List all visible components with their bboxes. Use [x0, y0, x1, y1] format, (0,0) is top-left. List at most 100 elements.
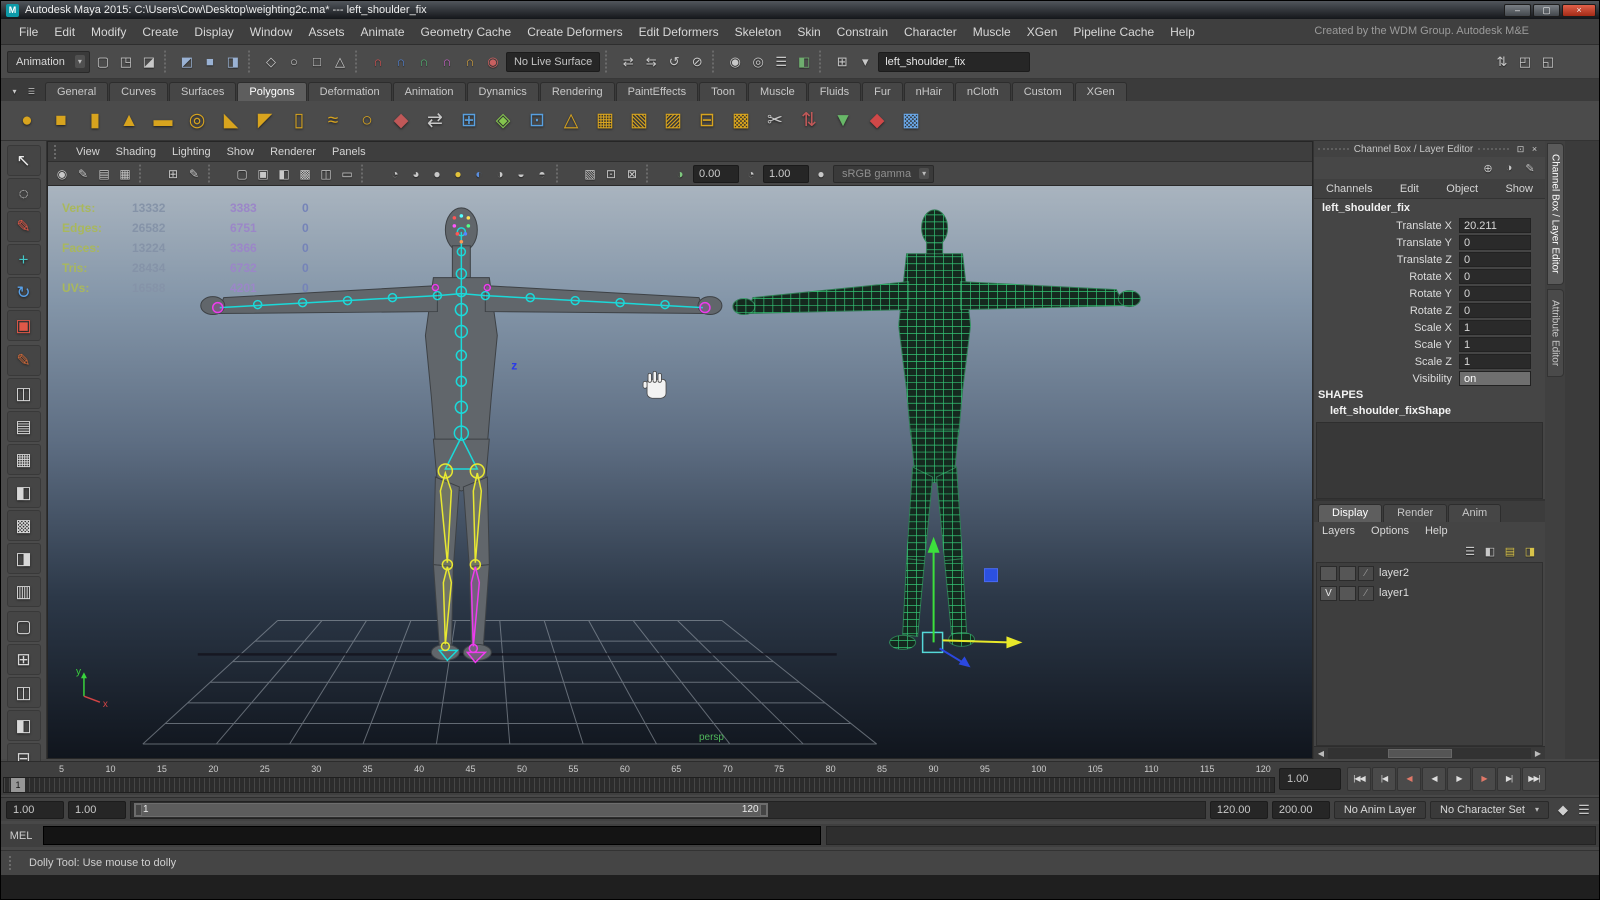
textured-icon[interactable]: ●: [427, 164, 447, 184]
step-forward-key-button[interactable]: ▶: [1472, 766, 1496, 791]
snap-to-view-plane-icon[interactable]: ∩: [459, 51, 481, 73]
output-connections-icon[interactable]: ⇆: [640, 51, 662, 73]
shelf-triangulate[interactable]: △: [555, 105, 587, 137]
toggle-modeling-toolkit-icon[interactable]: ◰: [1514, 51, 1536, 73]
shelf-quadrangulate[interactable]: ▦: [589, 105, 621, 137]
make-live-icon[interactable]: ◉: [482, 51, 504, 73]
colorspace-dropdown[interactable]: sRGB gamma ▾: [833, 164, 935, 183]
minimize-button[interactable]: –: [1504, 3, 1531, 17]
shelf-insert-edge-loop[interactable]: ⇅: [793, 105, 825, 137]
animation-start-field[interactable]: 1.00: [6, 800, 64, 819]
shelf-tab[interactable]: Toon: [699, 82, 747, 101]
render-current-frame-icon[interactable]: ◉: [724, 51, 746, 73]
shelf-tab[interactable]: Deformation: [307, 82, 392, 101]
Scale X[interactable]: Scale X 1: [1314, 319, 1545, 336]
shelf-split-tool[interactable]: ✂: [759, 105, 791, 137]
exposure-field[interactable]: 0.00: [693, 164, 739, 183]
menu-set-selector[interactable]: Animation ▾: [7, 50, 90, 73]
layer-color-swatch[interactable]: ∕: [1358, 585, 1374, 601]
shadows-icon[interactable]: ◐: [469, 164, 489, 184]
Visibility[interactable]: Visibility on: [1314, 370, 1545, 387]
shelf-poly-pipe[interactable]: ▯: [283, 105, 315, 137]
maximize-button[interactable]: ▢: [1533, 3, 1560, 17]
layer-mode-toggle[interactable]: [1339, 585, 1356, 601]
shelf-tab[interactable]: Curves: [109, 82, 168, 101]
shelf-tab[interactable]: Fur: [862, 82, 903, 101]
Translate Z[interactable]: Translate Z 0: [1314, 251, 1545, 268]
save-scene-icon[interactable]: ◪: [138, 51, 160, 73]
layout-two-pane-side[interactable]: ◫: [6, 677, 41, 708]
shelf-interactive-cube[interactable]: ⊞: [453, 105, 485, 137]
drag-handle[interactable]: [54, 144, 60, 159]
close-panel-icon[interactable]: ×: [1528, 143, 1541, 155]
playback-end-field[interactable]: 120.00: [1209, 800, 1268, 819]
drag-handle[interactable]: [1318, 148, 1349, 150]
field-chart-icon[interactable]: ▩: [295, 164, 315, 184]
auto-keyframe-icon[interactable]: ◆: [1553, 800, 1573, 820]
shaded-icon[interactable]: ◕: [406, 164, 426, 184]
layer-visibility-toggle[interactable]: [1320, 565, 1337, 581]
gamma-field[interactable]: 1.00: [763, 164, 809, 183]
shelf-options-icon[interactable]: ☰: [24, 85, 39, 97]
film-gate-icon[interactable]: ▢: [232, 164, 252, 184]
shelf-poly-helix[interactable]: ≈: [317, 105, 349, 137]
scroll-right-icon[interactable]: ▶: [1531, 749, 1545, 758]
screen-ao-icon[interactable]: ◑: [490, 164, 510, 184]
shelf-poly-cylinder[interactable]: ▮: [79, 105, 111, 137]
layer-name[interactable]: layer2: [1376, 567, 1409, 579]
channel-menu-item[interactable]: Edit: [1400, 183, 1419, 195]
menu-item[interactable]: File: [11, 21, 46, 43]
shelf-tab[interactable]: XGen: [1074, 82, 1127, 101]
shelf-merge-verts[interactable]: ▩: [725, 105, 757, 137]
shelf-poly-sphere[interactable]: ●: [11, 105, 43, 137]
drag-handle[interactable]: [1478, 148, 1510, 150]
shelf-tab[interactable]: nCloth: [954, 82, 1011, 101]
layer-menu-item[interactable]: Layers: [1322, 525, 1355, 537]
select-by-object-icon[interactable]: ■: [199, 51, 221, 73]
channel-box-header[interactable]: Channel Box / Layer Editor ⊡ ×: [1314, 141, 1545, 157]
sidebar-tab[interactable]: Attribute Editor: [1546, 288, 1564, 377]
toolbox-grid-b-icon[interactable]: ▦: [6, 444, 41, 475]
shelf-tab[interactable]: nHair: [903, 82, 954, 101]
layer-row-layer2[interactable]: ∕ layer2: [1317, 563, 1542, 583]
shelf-poly-prism[interactable]: ◣: [215, 105, 247, 137]
motion-blur-icon[interactable]: ◒: [511, 164, 531, 184]
hybrid-display-icon[interactable]: ◑: [1500, 159, 1518, 177]
channel-edit-icon[interactable]: ✎: [1521, 159, 1539, 177]
anim-layer-selector[interactable]: No Anim Layer: [1333, 800, 1426, 819]
camera-attributes-icon[interactable]: ✎: [73, 164, 93, 184]
safe-action-icon[interactable]: ◫: [316, 164, 336, 184]
snap-to-point-icon[interactable]: ∩: [413, 51, 435, 73]
grease-pencil-icon[interactable]: ✎: [184, 164, 204, 184]
shelf-poly-pyramid[interactable]: ◤: [249, 105, 281, 137]
resolution-gate-icon[interactable]: ▣: [253, 164, 273, 184]
mask-points-icon[interactable]: ◇: [260, 51, 282, 73]
menu-item[interactable]: Window: [242, 21, 301, 43]
shelf-poly-bridge[interactable]: ⊟: [691, 105, 723, 137]
snap-to-projected-center-icon[interactable]: ∩: [436, 51, 458, 73]
manip-speed-icon[interactable]: ⊕: [1479, 159, 1497, 177]
shelf-append-poly[interactable]: ▼: [827, 105, 859, 137]
hypershade-icon[interactable]: ◧: [793, 51, 815, 73]
input-connections-icon[interactable]: ⇄: [617, 51, 639, 73]
shelf-smooth[interactable]: ◈: [487, 105, 519, 137]
layer-menu-item[interactable]: Help: [1425, 525, 1448, 537]
shelf-tab-menu-icon[interactable]: ▾: [7, 85, 22, 97]
plugin-shading-icon[interactable]: ⊠: [622, 164, 642, 184]
select-by-hierarchy-icon[interactable]: ◩: [176, 51, 198, 73]
shelf-tab[interactable]: Rendering: [539, 82, 615, 101]
select-tool[interactable]: ↖: [6, 145, 41, 176]
layout-persp-outliner[interactable]: ◧: [6, 710, 41, 741]
viewport-canvas[interactable]: z y x persp Verts: 13332 3383 0 Edges: 2…: [48, 186, 1312, 758]
field-dropdown-icon[interactable]: ▾: [854, 51, 876, 73]
menu-item[interactable]: Constrain: [829, 21, 896, 43]
show-sort-icon[interactable]: ⇅: [1491, 51, 1513, 73]
Translate Y[interactable]: Translate Y 0: [1314, 234, 1545, 251]
current-tool-paint-weights[interactable]: ✎: [6, 345, 41, 376]
go-to-start-button[interactable]: |◀◀: [1347, 766, 1371, 791]
shelf-poly-bevel[interactable]: ▨: [657, 105, 689, 137]
shelf-sculpt-tool[interactable]: ◆: [385, 105, 417, 137]
mask-surfaces-icon[interactable]: □: [306, 51, 328, 73]
layer-list-icon[interactable]: ☰: [1461, 542, 1479, 560]
Scale Y[interactable]: Scale Y 1: [1314, 336, 1545, 353]
